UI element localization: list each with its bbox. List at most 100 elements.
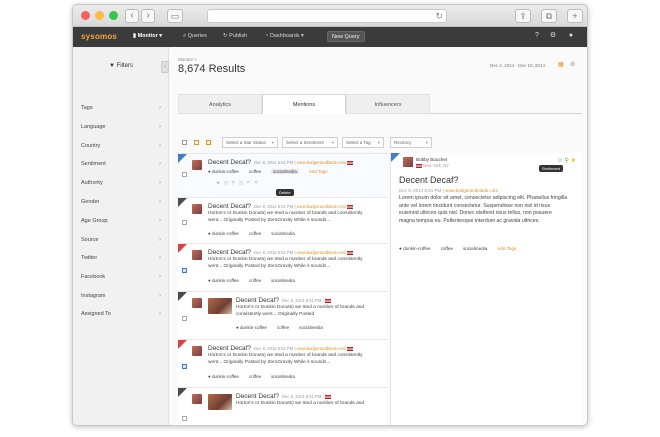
tag-chip[interactable]: socialmedia [299, 325, 323, 330]
mention-title[interactable]: Decent Decaf? [208, 249, 251, 256]
share-icon[interactable]: ⇪ [515, 9, 531, 23]
row-checkbox[interactable] [182, 416, 187, 421]
star-status-select[interactable]: Select a Star Status ▾ [222, 137, 278, 148]
row-checkbox[interactable] [182, 316, 187, 321]
row-checkbox[interactable] [182, 220, 187, 225]
address-bar[interactable]: ↻ [207, 9, 447, 23]
add-tags-link[interactable]: Add Tags [309, 169, 328, 174]
assign-icon[interactable]: ⚲ [565, 158, 569, 164]
tag-chip[interactable]: dunkin-coffee [212, 374, 239, 379]
list-item[interactable]: Decent Decaf? Dec 9, 2014 6:51 PM | www.… [178, 340, 388, 388]
collapse-sidebar-button[interactable]: › [161, 61, 169, 73]
mention-title[interactable]: Decent Decaf? [236, 393, 279, 400]
tag-chip[interactable]: coffee [249, 231, 261, 236]
select-all-checkbox[interactable] [182, 140, 187, 145]
clock-icon[interactable]: ◷ [224, 180, 228, 185]
bulk-tag-icon[interactable] [194, 140, 199, 145]
recency-select[interactable]: Recency ▾ [390, 137, 432, 148]
reload-icon[interactable]: ↻ [435, 10, 443, 23]
nav-queries[interactable]: ⌕ Queries [183, 33, 207, 40]
filter-authority[interactable]: Authority › [81, 180, 161, 186]
filter-facebook[interactable]: Facebook › [81, 274, 161, 280]
tag-chip[interactable]: socialmedia [271, 231, 295, 236]
tag-chip[interactable]: dunkin-coffee [212, 231, 239, 236]
tag-chip[interactable]: coffee [249, 374, 261, 379]
filter-country[interactable]: Country › [81, 143, 161, 149]
tag-chip[interactable]: coffee [277, 325, 289, 330]
mention-title[interactable]: Decent Decaf? [208, 203, 251, 210]
mention-link[interactable]: www.badgerandblade.com [297, 204, 346, 209]
comment-icon[interactable]: ◫ [239, 180, 243, 185]
filter-sentiment[interactable]: Sentiment › [81, 161, 161, 167]
assign-icon[interactable]: ⚲ [232, 180, 235, 185]
minimize-window-button[interactable] [95, 11, 104, 20]
list-item[interactable]: Decent Decaf? Dec 9, 2014 6:51 PM | Hort… [178, 388, 388, 425]
new-query-button[interactable]: New Query [327, 31, 365, 42]
sysomos-logo[interactable]: sysomos [81, 32, 117, 41]
new-tab-icon[interactable]: + [567, 9, 583, 23]
tag-chip[interactable]: socialmedia [271, 169, 299, 174]
filter-assigned-to[interactable]: Assigned To › [81, 311, 161, 317]
mention-title[interactable]: Decent Decaf? [208, 159, 251, 166]
mention-link[interactable]: www.badgerandblade.com [297, 160, 346, 165]
star-icon[interactable]: ★ [216, 180, 220, 185]
delete-icon[interactable]: ✕ [254, 180, 258, 185]
bulk-flag-icon[interactable] [206, 140, 211, 145]
add-tags-link[interactable]: Add Tags [497, 246, 516, 251]
tag-chip[interactable]: coffee [249, 169, 261, 174]
nav-monitor[interactable]: ▮ Monitor ▾ [133, 33, 162, 39]
mention-title[interactable]: Decent Decaf? [208, 345, 251, 352]
close-window-button[interactable] [81, 11, 90, 20]
tag-chip[interactable]: coffee [441, 246, 453, 251]
reply-icon[interactable]: ↶ [247, 180, 251, 185]
filter-age-group[interactable]: Age Group › [81, 218, 161, 224]
tag-select[interactable]: Select a Tag ▾ [342, 137, 384, 148]
mention-link[interactable]: www.badgerandblade.com [297, 250, 346, 255]
tab-mentions[interactable]: Mentions [262, 94, 346, 114]
author-name[interactable]: Bobby Boucher [416, 157, 447, 162]
tab-analytics[interactable]: Analytics [178, 94, 262, 114]
help-icon[interactable]: ? [533, 32, 541, 40]
user-icon[interactable]: ● [567, 32, 575, 40]
tag-chip[interactable]: socialmedia [271, 278, 295, 283]
row-checkbox[interactable] [182, 364, 187, 369]
star-icon[interactable]: ★ [571, 158, 576, 164]
tag-chip[interactable]: dunkin-coffee [240, 325, 267, 330]
sentiment-select[interactable]: Select a Sentiment ▾ [282, 137, 338, 148]
filter-gender[interactable]: Gender › [81, 199, 161, 205]
back-icon[interactable]: ‹ [125, 9, 139, 23]
sidebar-toggle-icon[interactable]: ▭ [167, 9, 183, 23]
settings-icon[interactable]: ⚙ [570, 61, 575, 68]
row-checkbox[interactable] [182, 172, 187, 177]
list-item[interactable]: Decent Decaf? Dec 9, 2014 6:51 PM | www.… [178, 198, 388, 244]
date-range[interactable]: Dec 4, 2014 - Dec 10, 2014 [490, 63, 545, 68]
tabs-icon[interactable]: ⧉ [541, 9, 557, 23]
list-item[interactable]: Decent Decaf? Dec 9, 2014 6:51 PM | www.… [178, 154, 388, 198]
tag-chip[interactable]: dunkin-coffee [403, 246, 431, 251]
calendar-icon[interactable]: ▦ [558, 61, 564, 68]
filter-source[interactable]: Source › [81, 237, 161, 243]
sentiment-icon[interactable]: ☺ [557, 158, 563, 164]
list-item[interactable]: Decent Decaf? Dec 9, 2014 6:51 PM | Hort… [178, 292, 388, 340]
mention-link[interactable]: www.badgerandblade.com [297, 346, 346, 351]
nav-publish[interactable]: ↻ Publish [223, 33, 247, 39]
row-checkbox[interactable] [182, 268, 187, 273]
filter-instagram[interactable]: Instagram › [81, 293, 161, 299]
list-item[interactable]: Decent Decaf? Dec 9, 2014 6:51 PM | www.… [178, 244, 388, 292]
breadcrumb[interactable]: Monitor > [178, 57, 197, 62]
tag-chip[interactable]: coffee [249, 278, 261, 283]
tag-chip[interactable]: socialmedia [271, 374, 295, 379]
tab-influencers[interactable]: Influencers [346, 94, 430, 114]
detail-link[interactable]: www.badgerandblade.com [445, 188, 498, 193]
forward-icon[interactable]: › [141, 9, 155, 23]
zoom-window-button[interactable] [109, 11, 118, 20]
filter-twitter[interactable]: Twitter › [81, 255, 161, 261]
tag-chip[interactable]: dunkin-coffee [212, 278, 239, 283]
tag-chip[interactable]: dunkin-coffee [212, 169, 239, 174]
filter-language[interactable]: Language › [81, 124, 161, 130]
filters-header[interactable]: ▼ Filters [73, 63, 169, 69]
tag-chip[interactable]: socialmedia [463, 246, 487, 251]
nav-dashboards[interactable]: ◔ Dashboards ▾ [265, 33, 304, 39]
mention-title[interactable]: Decent Decaf? [236, 297, 279, 304]
filter-tags[interactable]: Tags › [81, 105, 161, 111]
